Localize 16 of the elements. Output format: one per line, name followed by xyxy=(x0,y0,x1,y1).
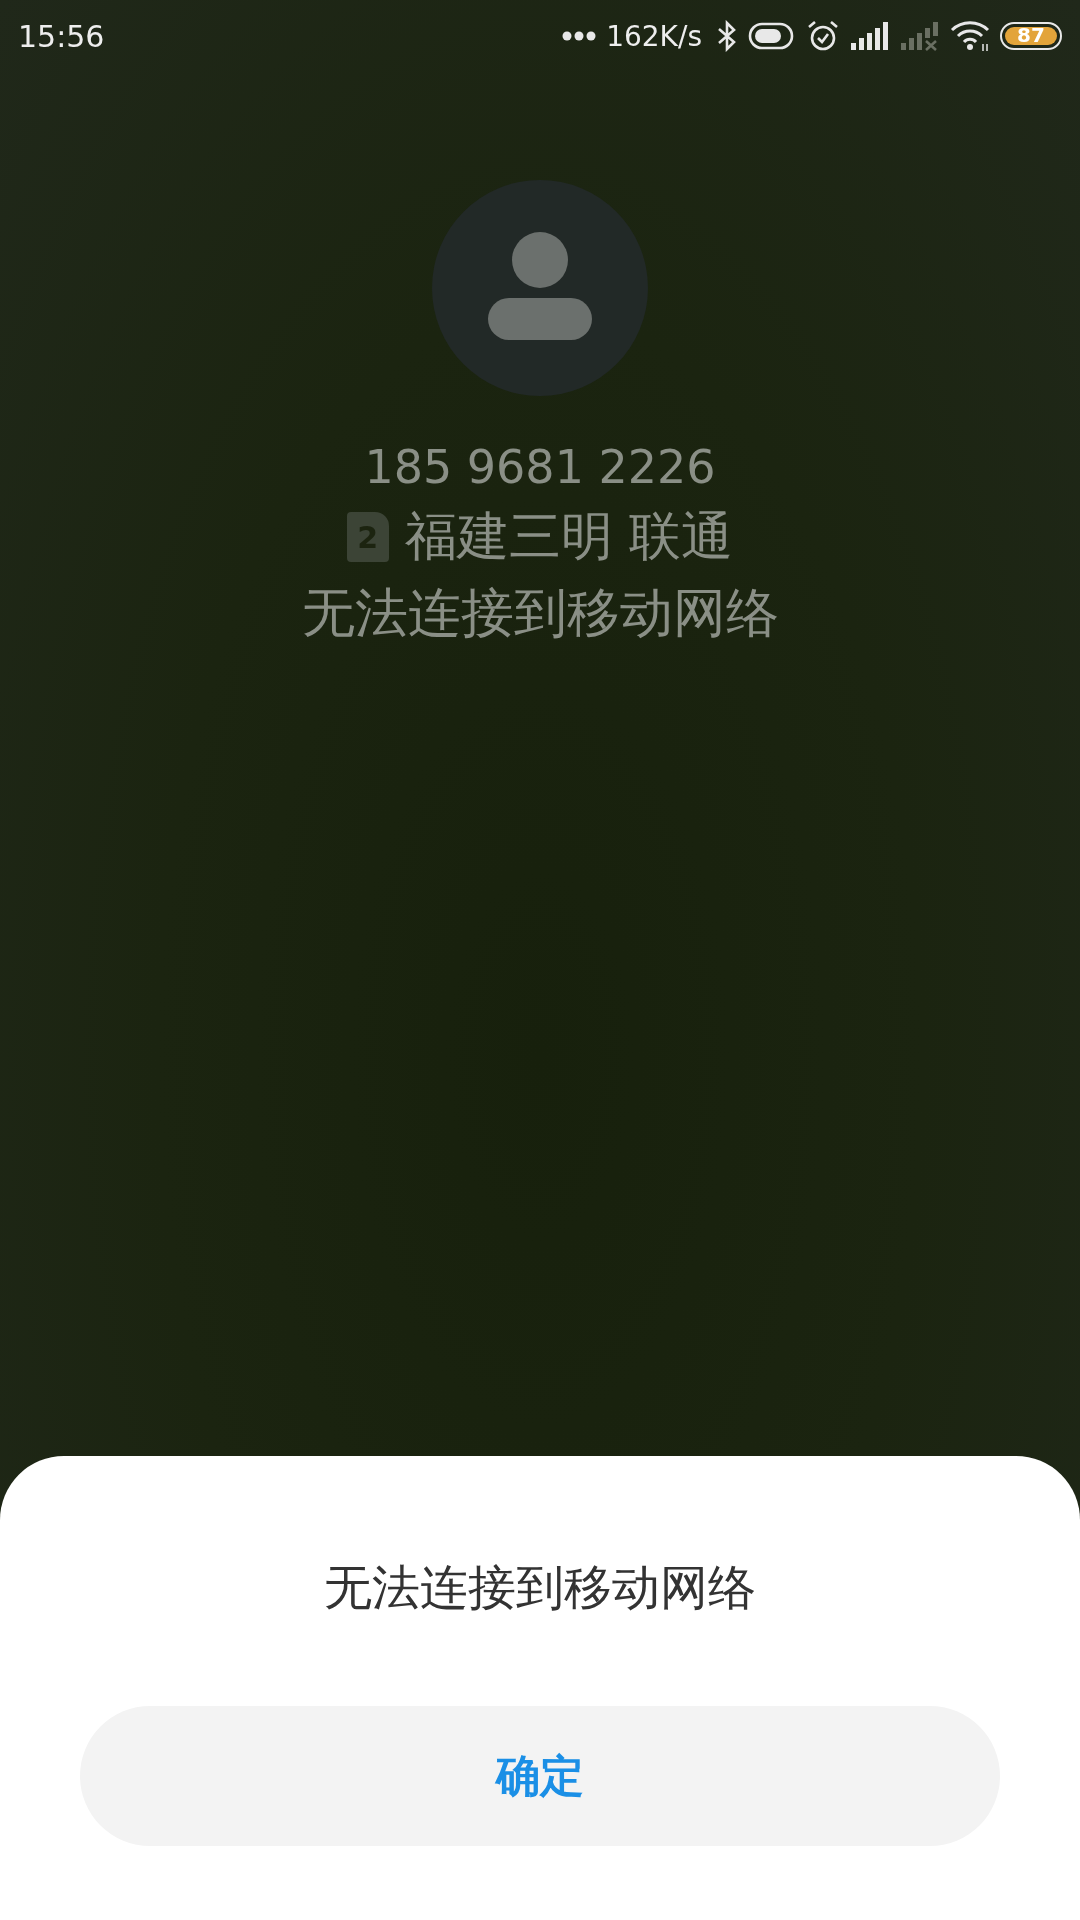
no-signal-icon xyxy=(900,21,940,51)
signal-icon xyxy=(850,21,890,51)
bluetooth-icon xyxy=(716,20,738,52)
carrier-location: 福建三明 联通 xyxy=(404,505,734,568)
battery-percent: 87 xyxy=(1016,24,1046,47)
confirm-button[interactable]: 确定 xyxy=(80,1706,1000,1846)
alarm-icon xyxy=(806,19,840,53)
toggle-icon xyxy=(748,21,796,51)
wifi-icon xyxy=(950,20,990,52)
status-time: 15:56 xyxy=(18,18,105,54)
dialog-message: 无法连接到移动网络 xyxy=(324,1558,756,1617)
phone-number: 185 9681 2226 xyxy=(364,440,716,494)
avatar-icon xyxy=(432,180,648,396)
more-dots-icon xyxy=(562,31,597,41)
call-status: 无法连接到移动网络 xyxy=(301,581,779,645)
network-speed: 162K/s xyxy=(606,19,702,53)
